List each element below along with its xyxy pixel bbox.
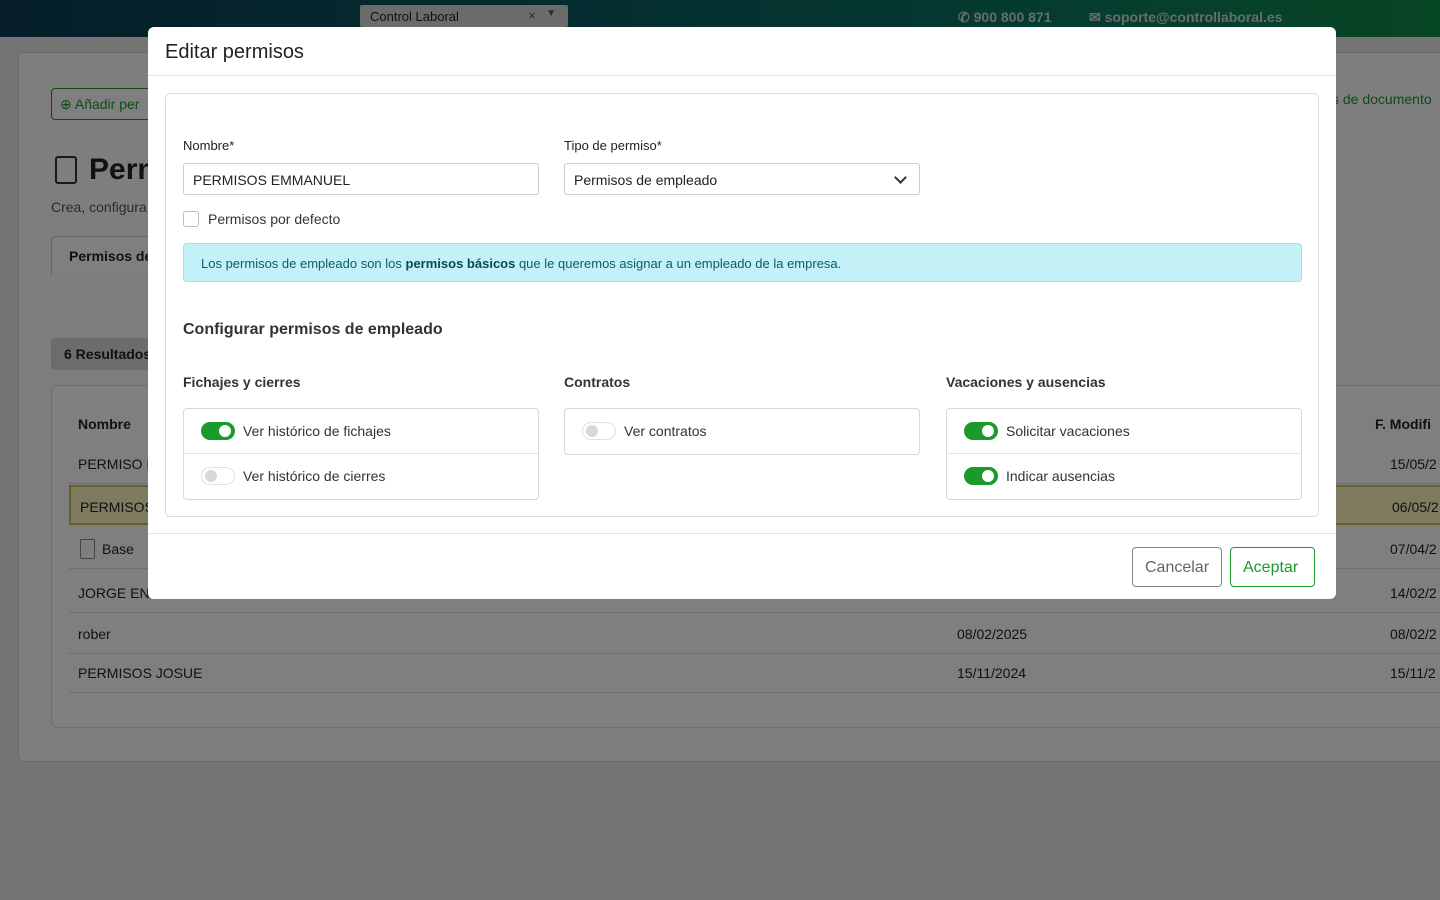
permission-label: Ver contratos — [624, 423, 707, 439]
toggle-indicar-ausencias[interactable] — [964, 467, 998, 485]
info-alert: Los permisos de empleado son los permiso… — [183, 243, 1302, 282]
permission-label: Ver histórico de cierres — [243, 468, 386, 484]
chevron-down-icon — [894, 171, 907, 184]
modal-body: Nombre* PERMISOS EMMANUEL Tipo de permis… — [165, 93, 1319, 517]
toggle-ver-historico-cierres[interactable] — [201, 467, 235, 485]
group-title-vacaciones: Vacaciones y ausencias — [946, 374, 1106, 390]
edit-permissions-modal: Editar permisos Nombre* PERMISOS EMMANUE… — [148, 27, 1336, 599]
default-permissions-label[interactable]: Permisos por defecto — [208, 211, 340, 227]
modal-footer: Cancelar Aceptar — [148, 533, 1336, 599]
permission-label: Ver histórico de fichajes — [243, 423, 391, 439]
toggle-solicitar-vacaciones[interactable] — [964, 422, 998, 440]
group-title-fichajes: Fichajes y cierres — [183, 374, 301, 390]
info-text-post: que le queremos asignar a un empleado de… — [515, 256, 842, 271]
permission-label: Indicar ausencias — [1006, 468, 1115, 484]
permission-type-value: Permisos de empleado — [574, 172, 718, 188]
default-permissions-checkbox[interactable] — [183, 211, 199, 227]
modal-title: Editar permisos — [148, 27, 1336, 76]
permission-label: Solicitar vacaciones — [1006, 423, 1130, 439]
permission-item: Solicitar vacaciones — [947, 409, 1301, 454]
info-text-bold: permisos básicos — [405, 256, 516, 271]
group-vacaciones: Solicitar vacaciones Indicar ausencias — [946, 408, 1302, 500]
name-input[interactable]: PERMISOS EMMANUEL — [183, 163, 539, 195]
permission-item: Indicar ausencias — [947, 454, 1301, 499]
section-title: Configurar permisos de empleado — [183, 321, 443, 338]
permission-item: Ver histórico de fichajes — [184, 409, 538, 454]
permission-item: Ver histórico de cierres — [184, 454, 538, 499]
info-text-pre: Los permisos de empleado son los — [201, 256, 406, 271]
type-label: Tipo de permiso* — [564, 138, 662, 153]
group-fichajes: Ver histórico de fichajes Ver histórico … — [183, 408, 539, 500]
cancel-button[interactable]: Cancelar — [1132, 547, 1222, 587]
permission-item: Ver contratos — [565, 409, 919, 454]
permission-type-select[interactable]: Permisos de empleado — [564, 163, 920, 195]
name-label: Nombre* — [183, 138, 235, 153]
toggle-ver-historico-fichajes[interactable] — [201, 422, 235, 440]
group-title-contratos: Contratos — [564, 374, 631, 390]
accept-button[interactable]: Aceptar — [1230, 547, 1315, 587]
toggle-ver-contratos[interactable] — [582, 422, 616, 440]
group-contratos: Ver contratos — [564, 408, 920, 455]
